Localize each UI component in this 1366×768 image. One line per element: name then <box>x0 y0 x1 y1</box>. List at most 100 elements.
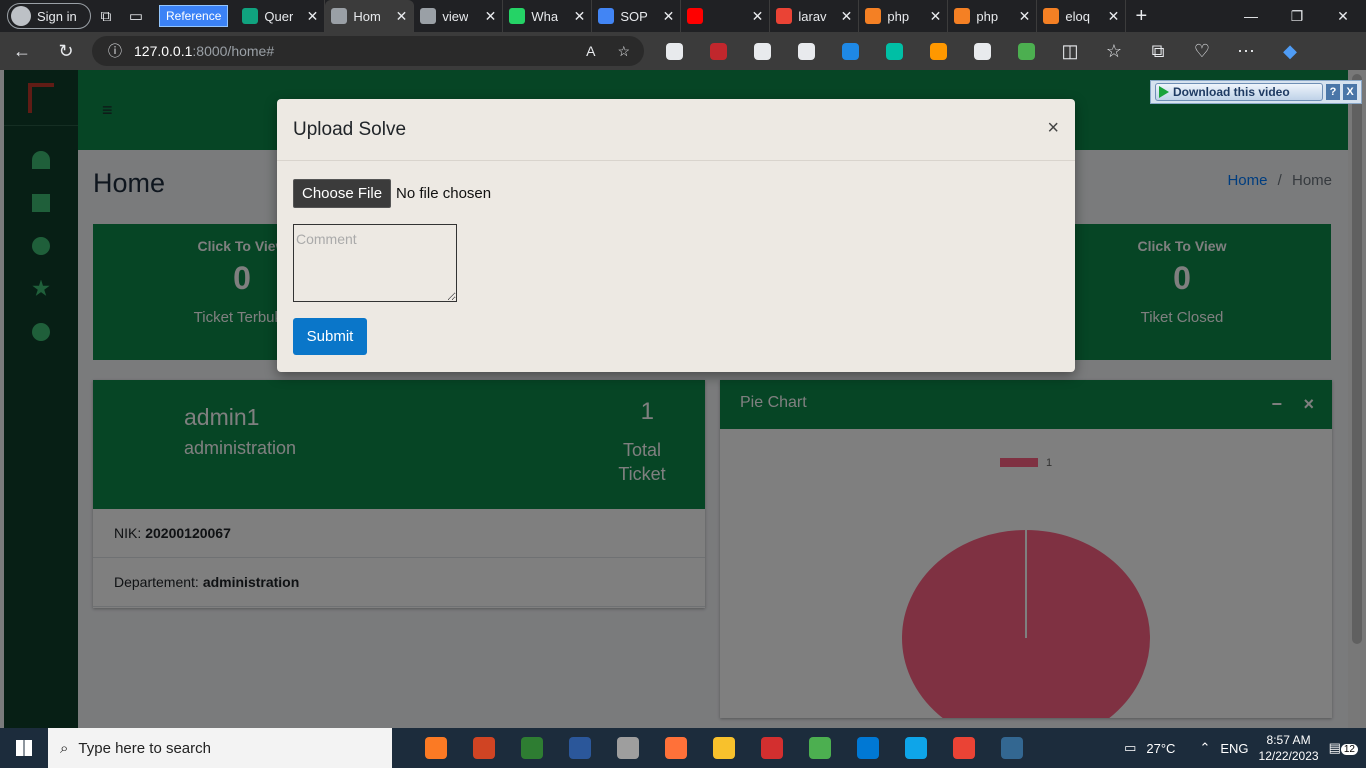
extension-glyph <box>973 42 991 60</box>
extension-glyph <box>929 42 947 60</box>
taskbar-app[interactable] <box>988 728 1036 768</box>
tab-title: Wha <box>531 8 559 24</box>
taskbar-search[interactable]: ⌕ Type here to search <box>48 728 392 768</box>
tray-chevron-icon[interactable]: ⌃ <box>1199 740 1210 756</box>
tab-title: Hom <box>353 8 381 24</box>
tab-title: php <box>887 8 910 24</box>
performance-icon[interactable]: ♡ <box>1180 41 1224 62</box>
taskbar-app[interactable] <box>796 728 844 768</box>
close-tab-icon[interactable]: ✕ <box>663 8 675 25</box>
extension-icon[interactable] <box>696 32 740 70</box>
browser-tab[interactable]: Wha ✕ <box>503 0 593 32</box>
taskbar-app[interactable] <box>556 728 604 768</box>
taskbar-app[interactable] <box>508 728 556 768</box>
stackoverflow-icon <box>865 8 882 24</box>
browser-tab[interactable]: php ✕ <box>859 0 949 32</box>
download-video-widget: Download this video ? X <box>1150 80 1362 104</box>
extension-icon[interactable] <box>784 32 828 70</box>
tab-actions-icon[interactable]: ▭ <box>121 7 151 25</box>
start-button[interactable] <box>0 728 48 768</box>
browser-tab[interactable]: larav ✕ <box>770 0 860 32</box>
extension-icon[interactable] <box>960 32 1004 70</box>
choose-file-button[interactable]: Choose File <box>293 179 392 208</box>
file-input[interactable]: Choose File No file chosen <box>293 179 491 208</box>
download-video-button[interactable]: Download this video <box>1155 83 1323 101</box>
site-info-icon[interactable]: ⓘ <box>108 41 122 61</box>
menu-icon[interactable]: ⋯ <box>1224 41 1268 62</box>
close-tab-icon[interactable]: ✕ <box>1108 8 1120 25</box>
browser-tab[interactable]: eloq ✕ <box>1037 0 1127 32</box>
browser-tab[interactable]: Hom ✕ <box>325 0 415 32</box>
taskbar-app[interactable] <box>652 728 700 768</box>
extension-icon[interactable] <box>916 32 960 70</box>
close-tab-icon[interactable]: ✕ <box>574 8 586 25</box>
close-tab-icon[interactable]: ✕ <box>485 8 497 25</box>
close-tab-icon[interactable]: ✕ <box>307 8 319 25</box>
file-explorer-icon <box>713 737 735 759</box>
photos-icon <box>617 737 639 759</box>
xampp-icon <box>425 737 447 759</box>
tab-title: view <box>442 8 469 24</box>
favorites-icon[interactable]: ☆ <box>1092 41 1136 62</box>
extension-icon[interactable] <box>828 32 872 70</box>
taskbar-app[interactable] <box>892 728 940 768</box>
taskbar-app[interactable] <box>844 728 892 768</box>
browser-tab[interactable]: SOP ✕ <box>592 0 682 32</box>
taskbar-app[interactable] <box>748 728 796 768</box>
taskbar-app[interactable] <box>460 728 508 768</box>
reference-button[interactable]: Reference <box>159 5 229 27</box>
browser-tab[interactable]: view ✕ <box>414 0 504 32</box>
restore-window-icon[interactable]: ❐ <box>1274 0 1320 32</box>
system-tray: ▭ 27°C ⌃ ENG 8:57 AM 12/22/2023 ▤ 12 <box>1124 732 1366 764</box>
copilot-icon[interactable]: ◆ <box>1268 41 1312 62</box>
close-tab-icon[interactable]: ✕ <box>1019 8 1031 25</box>
taskbar-app[interactable] <box>412 728 460 768</box>
weather-icon[interactable]: ▭ <box>1124 740 1136 756</box>
read-aloud-icon[interactable]: A <box>586 43 595 60</box>
collections-icon[interactable]: ⧉ <box>1136 41 1180 62</box>
comment-textarea[interactable] <box>293 224 457 302</box>
extension-icon[interactable] <box>740 32 784 70</box>
extension-icon[interactable] <box>652 32 696 70</box>
sign-in-button[interactable]: Sign in <box>7 3 91 29</box>
help-icon[interactable]: ? <box>1326 84 1340 100</box>
browser-tab[interactable]: ✕ <box>681 0 771 32</box>
language-indicator[interactable]: ENG <box>1220 741 1248 756</box>
extension-glyph <box>1017 42 1035 60</box>
workspaces-icon[interactable]: ⧉ <box>91 8 121 25</box>
weather-temp[interactable]: 27°C <box>1146 741 1175 756</box>
submit-button[interactable]: Submit <box>293 318 367 355</box>
notification-icon[interactable]: ▤ 12 <box>1329 740 1358 756</box>
back-icon[interactable]: ← <box>0 41 44 62</box>
browser-tab[interactable]: Quer ✕ <box>236 0 326 32</box>
download-video-label: Download this video <box>1173 85 1290 99</box>
favorite-star-icon[interactable]: ☆ <box>617 43 630 60</box>
close-window-icon[interactable]: ✕ <box>1320 0 1366 32</box>
close-tab-icon[interactable]: ✕ <box>752 8 764 25</box>
extension-glyph <box>797 42 815 60</box>
taskbar-app[interactable] <box>604 728 652 768</box>
close-widget-icon[interactable]: X <box>1343 84 1357 100</box>
split-screen-icon[interactable]: ◫ <box>1048 41 1092 62</box>
taskbar-app[interactable] <box>940 728 988 768</box>
taskbar-app[interactable] <box>700 728 748 768</box>
close-tab-icon[interactable]: ✕ <box>396 8 408 25</box>
close-tab-icon[interactable]: ✕ <box>841 8 853 25</box>
page-icon <box>331 8 348 24</box>
minimize-window-icon[interactable]: — <box>1228 0 1274 32</box>
extension-icon[interactable] <box>1004 32 1048 70</box>
clock[interactable]: 8:57 AM 12/22/2023 <box>1259 732 1319 764</box>
url-host: 127.0.0.1 <box>134 43 193 59</box>
browser-tab[interactable]: php ✕ <box>948 0 1038 32</box>
firefox-icon <box>665 737 687 759</box>
search-placeholder: Type here to search <box>78 739 211 757</box>
modal-close-icon[interactable]: × <box>1047 117 1059 140</box>
profile-avatar-icon <box>11 6 31 26</box>
close-tab-icon[interactable]: ✕ <box>930 8 942 25</box>
url-bar[interactable]: ⓘ 127.0.0.1:8000/home# A ☆ <box>92 36 644 66</box>
new-tab-icon[interactable]: + <box>1126 5 1156 28</box>
extension-icon[interactable] <box>872 32 916 70</box>
tab-title: eloq <box>1065 8 1090 24</box>
refresh-icon[interactable]: ↻ <box>44 41 88 62</box>
windows-taskbar: ⌕ Type here to search ▭ 27°C ⌃ ENG 8:57 … <box>0 728 1366 768</box>
